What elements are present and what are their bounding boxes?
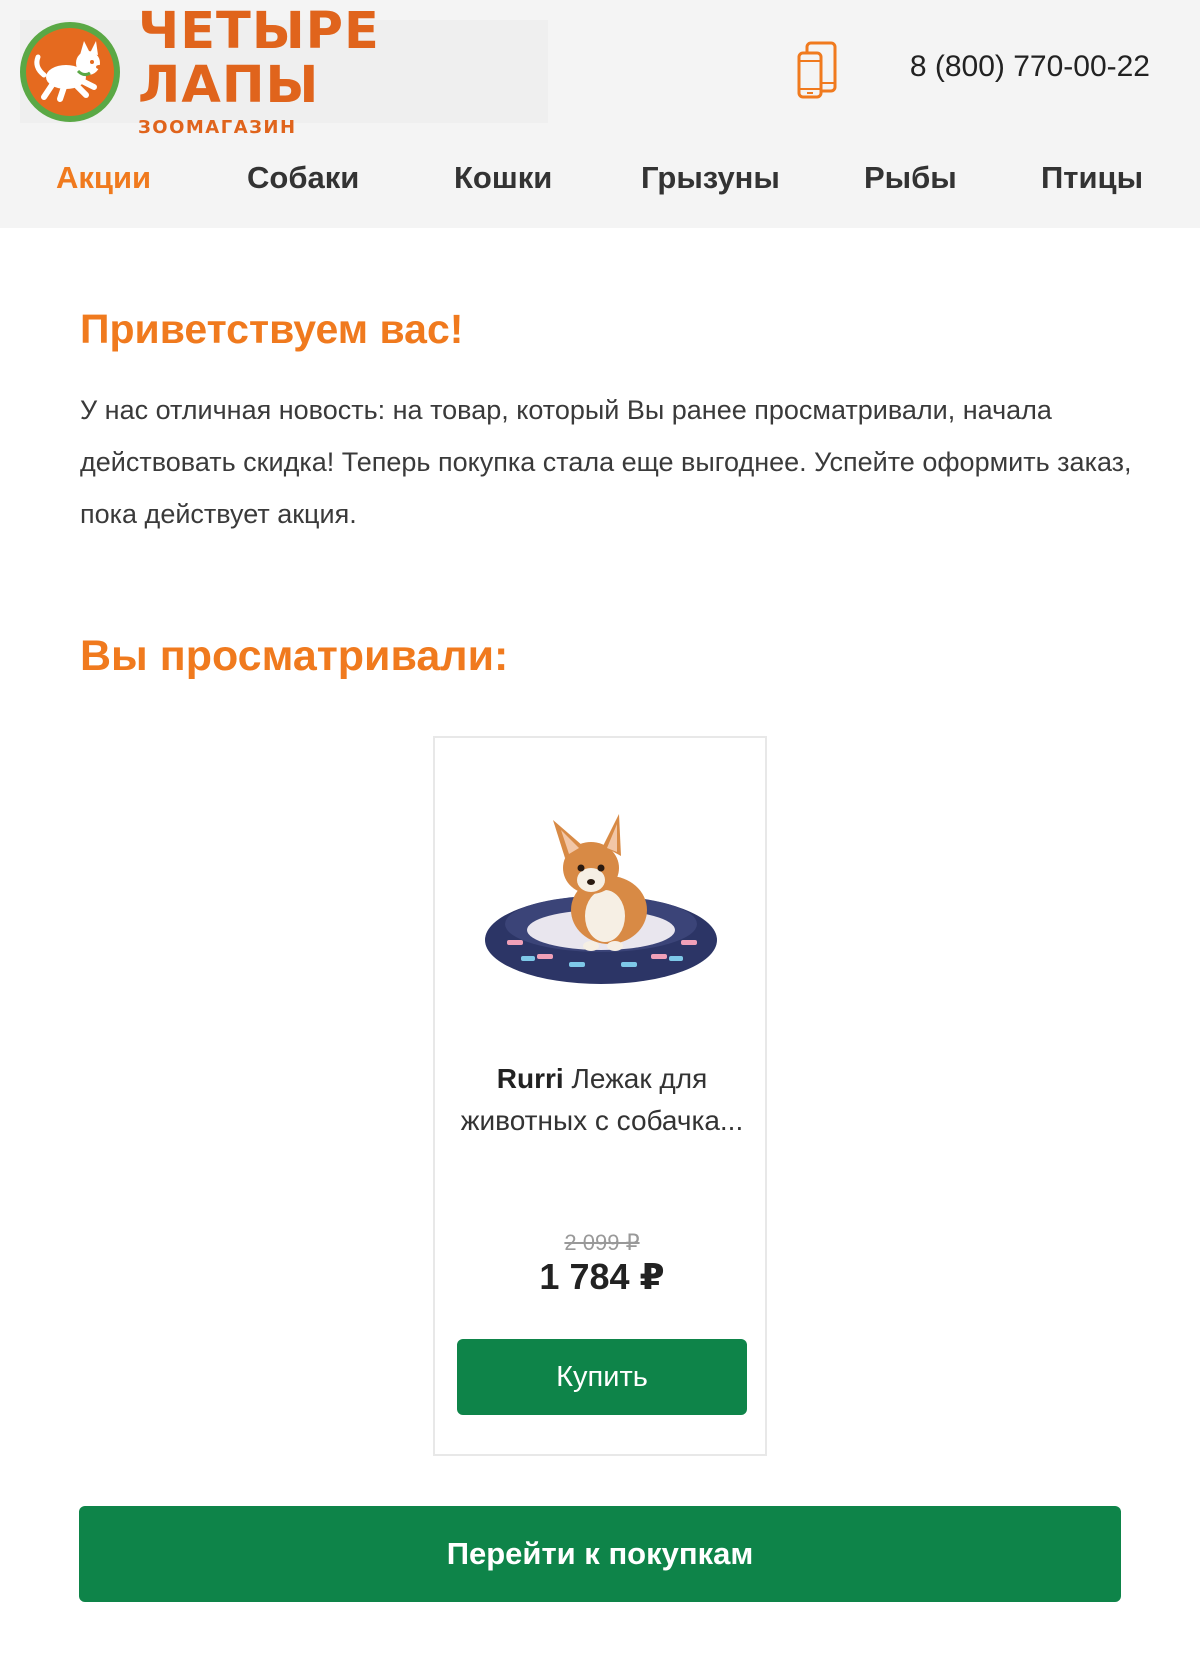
category-nav: Акции Собаки Кошки Грызуны Рыбы Птицы (0, 152, 1200, 208)
phone-number-link[interactable]: 8 (800) 770-00-22 (880, 50, 1150, 84)
nav-item-cats[interactable]: Кошки (454, 160, 552, 196)
product-card: Rurri Лежак для животных с собачка... 2 … (433, 736, 767, 1456)
product-brand: Rurri (496, 1063, 564, 1094)
dog-logo-icon (20, 21, 120, 122)
brand-subtitle: ЗООМАГАЗИН (138, 117, 297, 138)
product-name[interactable]: Rurri Лежак для животных с собачка... (441, 1058, 763, 1142)
current-price: 1 784 ₽ (539, 1256, 665, 1297)
greeting-title: Приветствуем вас! (80, 306, 464, 352)
phone-icon[interactable] (797, 41, 839, 101)
go-to-shopping-button[interactable]: Перейти к покупкам (79, 1506, 1121, 1602)
nav-item-promotions[interactable]: Акции (56, 160, 151, 196)
nav-item-fish[interactable]: Рыбы (864, 160, 957, 196)
old-price: 2 099 ₽ (564, 1230, 640, 1255)
brand-logo[interactable]: ЧЕТЫРЕ ЛАПЫ ЗООМАГАЗИН (20, 5, 548, 138)
greeting-body: У нас отличная новость: на товар, которы… (80, 395, 1132, 529)
corgi-on-pet-bed-image[interactable] (445, 764, 757, 1020)
nav-item-birds[interactable]: Птицы (1041, 160, 1143, 196)
nav-item-rodents[interactable]: Грызуны (641, 160, 780, 196)
nav-item-dogs[interactable]: Собаки (247, 160, 359, 196)
email-header: ЧЕТЫРЕ ЛАПЫ ЗООМАГАЗИН 8 (800) 770-00-22… (0, 0, 1200, 228)
buy-button[interactable]: Купить (457, 1339, 747, 1415)
viewed-section-title: Вы просматривали: (80, 632, 509, 680)
brand-name: ЧЕТЫРЕ ЛАПЫ (138, 2, 380, 115)
